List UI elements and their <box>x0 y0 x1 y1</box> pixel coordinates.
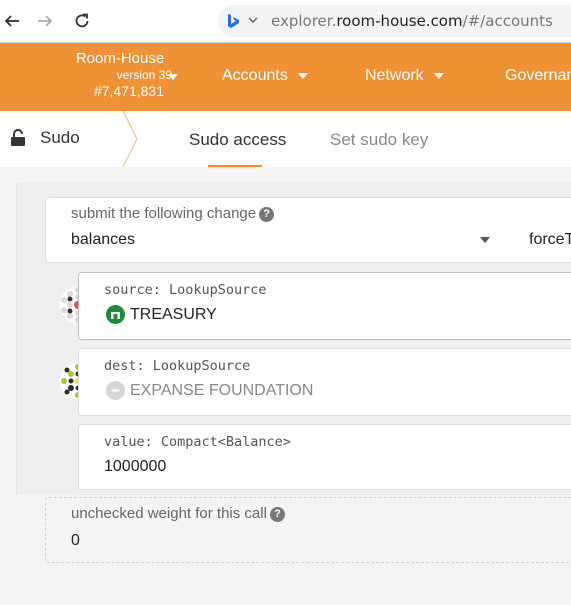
help-icon[interactable]: ? <box>259 207 275 222</box>
extrinsic-selector[interactable]: submit the following change? balances fo… <box>45 197 571 263</box>
menu-governance[interactable]: Governan <box>505 67 571 85</box>
dest-param[interactable]: dest: LookupSource EXPANSE FOUNDATION <box>78 348 571 416</box>
extrinsic-label: submit the following change? <box>71 205 275 222</box>
tab-sudo-access[interactable]: Sudo access <box>189 130 286 150</box>
value-param[interactable]: value: Compact<Balance> 1000000 <box>78 424 571 490</box>
chain-selector[interactable]: Room-House version 39 #7,471,831 <box>60 50 180 100</box>
address-bar[interactable]: explorer.room-house.com/#/accounts <box>218 5 571 37</box>
tab-divider <box>122 111 138 167</box>
chevron-down-icon[interactable] <box>248 15 258 25</box>
tab-set-sudo-key[interactable]: Set sudo key <box>330 130 428 150</box>
tabs-row: Sudo Sudo access Set sudo key <box>0 111 571 167</box>
help-icon[interactable]: ? <box>269 507 285 522</box>
block-number: #7,471,831 <box>93 83 164 99</box>
browser-toolbar: explorer.room-house.com/#/accounts <box>0 0 571 43</box>
weight-label: unchecked weight for this call? <box>71 505 285 522</box>
menu-network[interactable]: Network <box>365 67 444 85</box>
chain-name: Room-House <box>75 50 165 67</box>
method-select[interactable]: forceT <box>529 231 571 249</box>
source-param[interactable]: source: LookupSource TREASURY <box>78 272 571 340</box>
section-sudo: Sudo <box>10 128 80 148</box>
bing-icon <box>228 14 239 28</box>
menu-accounts[interactable]: Accounts <box>222 67 308 85</box>
forward-icon[interactable] <box>33 9 57 33</box>
source-account[interactable]: TREASURY <box>106 305 217 324</box>
active-tab-indicator <box>208 165 262 167</box>
dest-label: dest: LookupSource <box>104 358 251 374</box>
chain-caret-icon[interactable] <box>168 74 178 80</box>
chevron-down-icon <box>433 72 444 79</box>
value-input[interactable]: 1000000 <box>104 458 166 476</box>
chevron-down-icon <box>297 72 308 79</box>
dest-account[interactable]: EXPANSE FOUNDATION <box>106 381 313 400</box>
url-text[interactable]: explorer.room-house.com/#/accounts <box>271 12 553 30</box>
weight-input-box[interactable]: unchecked weight for this call? 0 <box>45 497 571 563</box>
source-label: source: LookupSource <box>104 282 267 298</box>
back-icon[interactable] <box>0 9 24 33</box>
minus-circle-icon <box>106 381 125 400</box>
value-label: value: Compact<Balance> <box>104 434 291 450</box>
lock-icon <box>11 129 25 146</box>
account-badge-icon <box>106 305 125 324</box>
chain-version: version 39 <box>116 68 172 82</box>
module-select[interactable]: balances <box>71 231 135 249</box>
weight-input[interactable]: 0 <box>71 532 80 550</box>
chevron-down-icon[interactable] <box>480 237 490 243</box>
reload-icon[interactable] <box>70 9 94 33</box>
